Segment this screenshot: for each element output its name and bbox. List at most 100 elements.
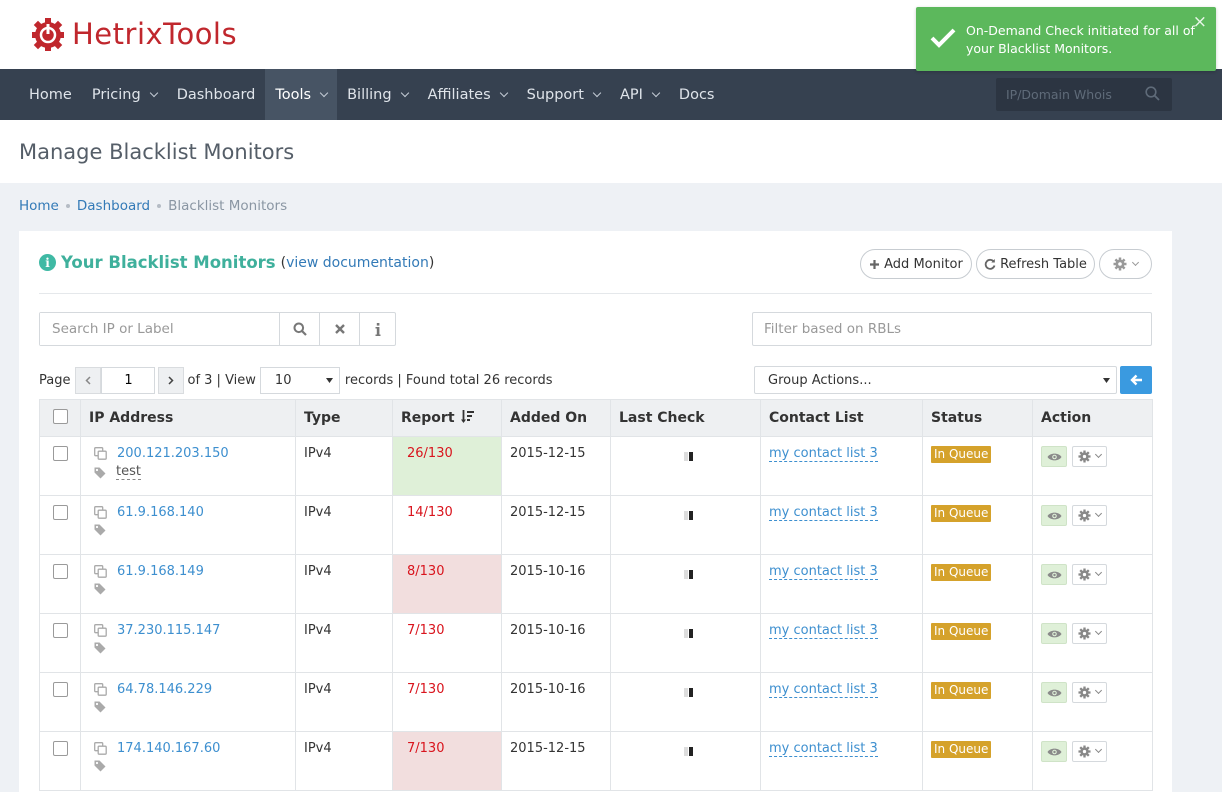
row-checkbox[interactable] bbox=[53, 741, 68, 756]
ip-link[interactable]: 200.121.203.150 bbox=[117, 446, 229, 461]
row-settings-button[interactable] bbox=[1072, 564, 1107, 585]
ip-link[interactable]: 61.9.168.149 bbox=[117, 564, 204, 579]
copy-icon[interactable] bbox=[94, 565, 107, 578]
row-checkbox[interactable] bbox=[53, 564, 68, 579]
tag-icon[interactable] bbox=[94, 760, 106, 772]
view-button[interactable] bbox=[1041, 446, 1067, 467]
nav-item-dashboard[interactable]: Dashboard bbox=[167, 69, 266, 120]
view-button[interactable] bbox=[1041, 564, 1067, 585]
row-checkbox[interactable] bbox=[53, 623, 68, 638]
view-button[interactable] bbox=[1041, 505, 1067, 526]
clear-search-button[interactable] bbox=[320, 313, 360, 345]
contact-list-link[interactable]: my contact list 3 bbox=[769, 564, 878, 580]
row-settings-button[interactable] bbox=[1072, 682, 1107, 703]
eye-icon bbox=[1047, 453, 1061, 460]
contact-header[interactable]: Contact List bbox=[760, 399, 923, 437]
report-cell[interactable]: 7/130 bbox=[392, 613, 502, 673]
nav-item-affiliates[interactable]: Affiliates bbox=[418, 69, 517, 120]
search-button[interactable] bbox=[280, 313, 320, 345]
ip-link[interactable]: 37.230.115.147 bbox=[117, 623, 220, 638]
refresh-icon bbox=[984, 258, 996, 270]
toast-close-button[interactable]: × bbox=[1193, 12, 1207, 32]
row-settings-button[interactable] bbox=[1072, 741, 1107, 762]
view-button[interactable] bbox=[1041, 682, 1067, 703]
search-info-button[interactable] bbox=[360, 313, 395, 345]
contact-list-link[interactable]: my contact list 3 bbox=[769, 741, 878, 757]
copy-icon[interactable] bbox=[94, 742, 107, 755]
added-cell: 2015-10-16 bbox=[501, 613, 611, 673]
nav-item-support[interactable]: Support bbox=[517, 69, 610, 120]
whois-search-input[interactable]: IP/Domain Whois bbox=[996, 78, 1172, 111]
report-cell[interactable]: 14/130 bbox=[392, 495, 502, 555]
tag-icon[interactable] bbox=[94, 467, 106, 479]
report-cell[interactable]: 8/130 bbox=[392, 554, 502, 614]
tag-icon[interactable] bbox=[94, 583, 106, 595]
report-header-cell[interactable]: Report bbox=[392, 399, 502, 437]
refresh-table-button[interactable]: Refresh Table bbox=[976, 249, 1095, 279]
logo[interactable]: HetrixTools bbox=[30, 10, 237, 58]
report-cell[interactable]: 7/130 bbox=[392, 672, 502, 732]
view-button[interactable] bbox=[1041, 741, 1067, 762]
contact-list-link[interactable]: my contact list 3 bbox=[769, 623, 878, 639]
contact-list-link[interactable]: my contact list 3 bbox=[769, 682, 878, 698]
view-button[interactable] bbox=[1041, 623, 1067, 644]
tag-icon[interactable] bbox=[94, 524, 106, 536]
row-settings-button[interactable] bbox=[1072, 505, 1107, 526]
breadcrumb-dashboard[interactable]: Dashboard bbox=[77, 198, 150, 214]
added-header[interactable]: Added On bbox=[501, 399, 611, 437]
row-checkbox[interactable] bbox=[53, 446, 68, 461]
page-number-input[interactable] bbox=[101, 366, 156, 394]
tag-icon[interactable] bbox=[94, 701, 106, 713]
ip-link[interactable]: 64.78.146.229 bbox=[117, 682, 212, 697]
nav-item-tools[interactable]: Tools bbox=[265, 69, 338, 120]
ip-link[interactable]: 174.140.167.60 bbox=[117, 741, 220, 756]
group-actions-select[interactable]: Group Actions... bbox=[754, 366, 1117, 394]
report-value: 7/130 bbox=[407, 682, 445, 697]
type-header[interactable]: Type bbox=[295, 399, 393, 437]
breadcrumb-home[interactable]: Home bbox=[19, 198, 59, 214]
ip-cell: 174.140.167.60 bbox=[80, 731, 296, 791]
row-settings-button[interactable] bbox=[1072, 446, 1107, 467]
row-checkbox-cell bbox=[39, 672, 81, 732]
nav-item-api[interactable]: API bbox=[610, 69, 669, 120]
select-all-checkbox[interactable] bbox=[53, 408, 68, 424]
next-page-button[interactable] bbox=[158, 366, 185, 394]
search-input[interactable] bbox=[40, 313, 280, 345]
action-cell bbox=[1032, 672, 1153, 732]
progress-indicator bbox=[684, 747, 694, 756]
nav-item-pricing[interactable]: Pricing bbox=[82, 69, 167, 120]
gear-icon bbox=[1078, 686, 1091, 699]
add-monitor-button[interactable]: Add Monitor bbox=[860, 249, 972, 279]
apply-group-action-button[interactable] bbox=[1120, 366, 1152, 394]
nav-item-billing[interactable]: Billing bbox=[337, 69, 417, 120]
search-group bbox=[39, 312, 396, 346]
ip-header[interactable]: IP Address bbox=[80, 399, 296, 437]
contact-list-link[interactable]: my contact list 3 bbox=[769, 505, 878, 521]
ip-link[interactable]: 61.9.168.140 bbox=[117, 505, 204, 520]
row-checkbox[interactable] bbox=[53, 505, 68, 520]
nav-item-home[interactable]: Home bbox=[19, 69, 82, 120]
tag-icon[interactable] bbox=[94, 642, 106, 654]
status-badge: In Queue bbox=[931, 505, 992, 522]
row-settings-button[interactable] bbox=[1072, 623, 1107, 644]
view-documentation-link[interactable]: view documentation bbox=[286, 255, 429, 271]
copy-icon[interactable] bbox=[94, 447, 107, 460]
per-page-select[interactable]: 10 bbox=[259, 366, 340, 394]
copy-icon[interactable] bbox=[94, 624, 107, 637]
monitor-label[interactable]: test bbox=[116, 465, 141, 480]
copy-icon[interactable] bbox=[94, 506, 107, 519]
row-checkbox[interactable] bbox=[53, 682, 68, 697]
prev-page-button[interactable] bbox=[75, 366, 102, 394]
report-cell[interactable]: 7/130 bbox=[392, 731, 502, 791]
contact-list-link[interactable]: my contact list 3 bbox=[769, 446, 878, 462]
status-header[interactable]: Status bbox=[922, 399, 1033, 437]
copy-icon[interactable] bbox=[94, 683, 107, 696]
nav-item-docs[interactable]: Docs bbox=[669, 69, 725, 120]
rbl-filter-input[interactable] bbox=[752, 312, 1152, 346]
report-cell[interactable]: 26/130 bbox=[392, 436, 502, 496]
last-check-header[interactable]: Last Check bbox=[610, 399, 761, 437]
chevron-down-icon bbox=[1131, 258, 1140, 266]
close-icon bbox=[334, 324, 345, 334]
settings-dropdown-button[interactable] bbox=[1099, 249, 1152, 279]
paren-close: ) bbox=[428, 254, 435, 271]
